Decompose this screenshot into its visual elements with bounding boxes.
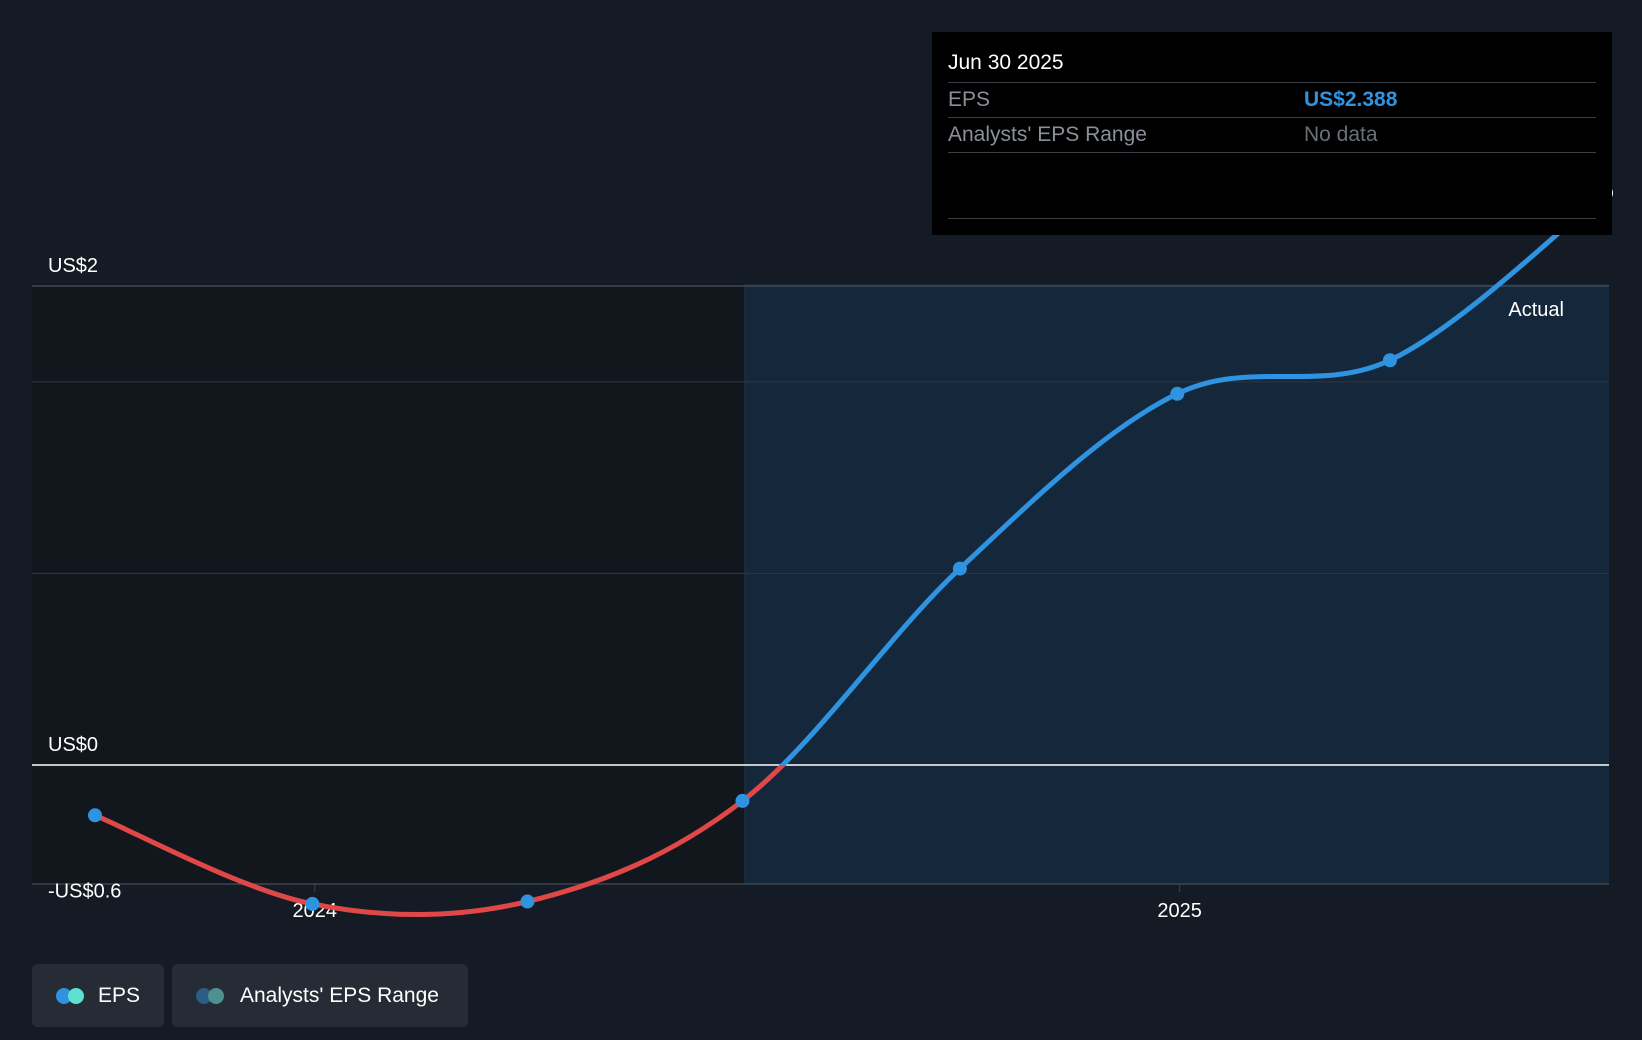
eps-data-point[interactable]: [305, 896, 320, 911]
legend-eps-label: EPS: [97, 983, 140, 1007]
range-legend-icon: [196, 987, 226, 1004]
tooltip-date: Jun 30 2025: [948, 48, 1596, 83]
tooltip-eps-value: US$2.388: [1304, 88, 1398, 111]
tooltip-range-value: No data: [1304, 123, 1378, 146]
y-tick-label: US$2: [48, 255, 98, 277]
tooltip-range-label: Analysts' EPS Range: [948, 123, 1147, 146]
legend-range-label: Analysts' EPS Range: [240, 983, 439, 1007]
y-tick-label: -US$0.6: [48, 881, 121, 903]
tooltip: Jun 30 2025 EPS US$2.388 Analysts' EPS R…: [932, 32, 1612, 235]
eps-data-point[interactable]: [952, 561, 967, 576]
tooltip-range-row: Analysts' EPS Range No data: [948, 118, 1596, 153]
forecast-region: [745, 284, 1609, 884]
legend-analysts-range[interactable]: Analysts' EPS Range: [172, 964, 468, 1027]
tooltip-eps-row: EPS US$2.388: [948, 83, 1596, 118]
past-region: [32, 284, 745, 884]
actual-annotation: Actual: [1508, 299, 1564, 321]
eps-data-point[interactable]: [520, 894, 535, 909]
tooltip-eps-label: EPS: [948, 88, 991, 111]
legend-eps[interactable]: EPS: [32, 964, 164, 1027]
tooltip-divider: [948, 218, 1596, 219]
y-tick-label: US$0: [48, 734, 98, 756]
eps-data-point[interactable]: [1170, 386, 1185, 401]
eps-data-point[interactable]: [1382, 353, 1397, 368]
eps-legend-icon: [56, 987, 84, 1004]
x-tick-label: 2025: [1157, 900, 1202, 922]
eps-data-point[interactable]: [88, 808, 102, 823]
eps-data-point[interactable]: [735, 793, 750, 808]
